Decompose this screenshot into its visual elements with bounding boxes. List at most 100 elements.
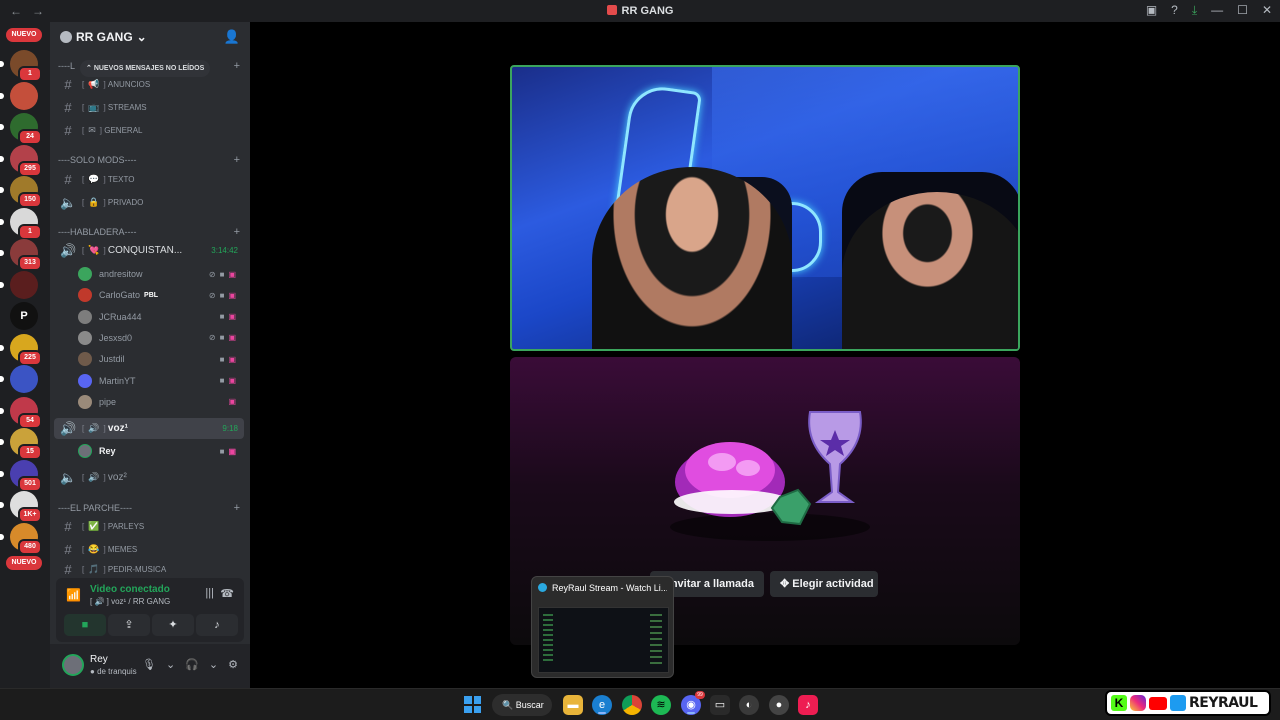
server-icon[interactable]: 295 <box>0 144 42 177</box>
choose-activity-button[interactable]: ✥ Elegir actividad <box>770 571 878 597</box>
server-icon[interactable]: 24 <box>0 113 42 145</box>
download-icon[interactable]: ⤓ <box>1192 3 1197 18</box>
channel-label: voz² <box>107 472 127 483</box>
chevron-down-icon[interactable]: ⌄ <box>209 658 218 671</box>
server-icon[interactable]: 480 <box>0 522 42 555</box>
server-icon[interactable]: 1K+ <box>0 491 42 523</box>
channel-anuncios[interactable]: #[📢] ANUNCIOS <box>54 74 244 95</box>
screen-icon[interactable]: ▣ <box>1146 3 1157 18</box>
member-rey[interactable]: Rey ■ ▣ <box>78 441 244 461</box>
edge-icon[interactable]: e <box>592 695 612 715</box>
taskbar-search[interactable]: 🔍 Buscar <box>492 694 552 716</box>
signal-icon[interactable]: 📶 <box>66 588 81 602</box>
add-channel-icon[interactable]: + <box>234 154 240 166</box>
add-channel-icon[interactable]: + <box>234 60 240 72</box>
invite-people-icon[interactable]: 👤 <box>224 29 240 45</box>
voice-member[interactable]: Jesxsd0 ⊘ ■ ▣ <box>78 328 244 348</box>
terminal-icon[interactable]: ▭ <box>710 695 730 715</box>
maximize-icon[interactable]: ☐ <box>1237 3 1248 18</box>
server-icon[interactable] <box>0 270 38 299</box>
member-name: JCRua444 <box>99 311 142 322</box>
channel-voz1[interactable]: 🔊[🔊] voz¹ 9:18 <box>54 418 244 439</box>
user-name[interactable]: Rey <box>90 654 108 665</box>
app-icon[interactable]: ● <box>769 695 789 715</box>
server-icon[interactable]: 54 <box>0 396 42 429</box>
video-icon: ■ <box>219 333 225 343</box>
discord-icon[interactable]: ◉ 99 <box>681 691 705 715</box>
server-rail: NUEVO NUEVO 1 24 295 150 1 313 P 225 54 15 501 1K+ 4… <box>0 22 50 688</box>
muted-mic-icon: ⊘ <box>208 333 216 343</box>
minimize-icon[interactable]: — <box>1211 3 1223 18</box>
avatar <box>78 444 92 458</box>
speaker-emoji-icon: 🔊 <box>88 472 100 482</box>
server-icon[interactable] <box>0 81 38 110</box>
headphones-icon[interactable]: 🎧 <box>185 658 199 671</box>
chrome-icon[interactable] <box>622 695 642 715</box>
server-icon[interactable] <box>0 365 38 393</box>
microphone-icon[interactable]: 🎙 <box>142 658 156 671</box>
category-label: ----HABLADERA---- <box>58 227 137 237</box>
channel-privado[interactable]: 🔈[🔒] PRIVADO <box>54 192 244 213</box>
server-icon[interactable]: 501 <box>0 459 42 492</box>
avatar[interactable] <box>62 654 84 676</box>
add-channel-icon[interactable]: + <box>234 502 240 514</box>
disconnect-icon[interactable]: ☎ <box>220 587 234 600</box>
add-channel-icon[interactable]: + <box>234 226 240 238</box>
channel-texto[interactable]: #[💬] TEXTO <box>54 169 244 190</box>
server-name[interactable]: RR GANG ⌄ <box>60 30 147 44</box>
server-icon[interactable]: 313 <box>0 239 42 271</box>
windows-start-icon[interactable] <box>464 696 481 713</box>
chevron-down-icon: ⌄ <box>136 30 147 44</box>
channel-streams[interactable]: #[📺] STREAMS <box>54 97 244 118</box>
server-icon[interactable]: 225 <box>0 333 42 366</box>
user-status[interactable]: ● de tranquis <box>90 667 137 676</box>
channel-general[interactable]: #[✉] GENERAL <box>54 120 244 141</box>
youtube-logo-icon <box>1149 696 1167 710</box>
channel-parleys[interactable]: #[✅] PARLEYS <box>54 516 244 537</box>
streamer-social-overlay: K REYRAUL <box>1105 690 1271 716</box>
file-explorer-icon[interactable]: ▬ <box>563 695 583 715</box>
voice-member[interactable]: MartinYT ■ ▣ <box>78 371 244 391</box>
channel-conquistan[interactable]: 🔊[💘] CONQUISTAN... 3:14:42 <box>54 240 244 261</box>
gear-icon[interactable]: ⚙ <box>228 658 238 671</box>
new-pill[interactable]: NUEVO <box>6 28 42 42</box>
video-tile[interactable] <box>510 65 1020 351</box>
obs-icon[interactable]: ◐ <box>739 695 759 715</box>
category-el-parche[interactable]: ----EL PARCHE---- + <box>58 501 242 515</box>
server-icon[interactable]: 15 <box>0 428 42 460</box>
server-icon[interactable]: 150 <box>0 176 42 208</box>
voice-member[interactable]: Justdil ■ ▣ <box>78 349 244 369</box>
server-icon[interactable]: 1 <box>0 207 42 240</box>
forward-icon[interactable]: → <box>32 4 44 18</box>
close-icon[interactable]: ✕ <box>1262 3 1272 18</box>
spotify-icon[interactable]: ≋ <box>651 695 671 715</box>
video-icon: ■ <box>219 376 225 385</box>
voice-member[interactable]: pipe ▣ <box>78 392 244 412</box>
channel-pedir-musica[interactable]: #[🎵] PEDIR-MUSICA <box>54 562 244 576</box>
preview-thumbnail[interactable] <box>538 607 669 673</box>
server-icon[interactable]: P <box>10 302 38 330</box>
channel-memes[interactable]: #[😂] MEMES <box>54 539 244 560</box>
share-screen-button[interactable]: ⇪ <box>108 614 150 636</box>
activities-button[interactable]: ✦ <box>152 614 194 636</box>
help-icon[interactable]: ? <box>1171 3 1178 18</box>
server-icon[interactable]: 1 <box>0 50 42 82</box>
category-solo-mods[interactable]: ----SOLO MODS---- + <box>58 153 242 167</box>
tiktok-icon[interactable]: ♪ <box>798 695 818 715</box>
voice-member[interactable]: andresitow ⊘ ■ ▣ <box>78 264 244 284</box>
camera-button[interactable]: ■ <box>64 614 106 636</box>
voice-member[interactable]: JCRua444 ■ ▣ <box>78 307 244 327</box>
noise-suppression-icon[interactable]: ||| <box>205 587 214 599</box>
voice-status[interactable]: Video conectado <box>90 584 170 595</box>
channel-voz2[interactable]: 🔈[🔊] voz² <box>54 467 244 488</box>
server-header[interactable]: RR GANG ⌄ 👤 <box>50 22 250 52</box>
chevron-down-icon[interactable]: ⌄ <box>166 658 175 671</box>
category-habladera[interactable]: ----HABLADERA---- + <box>58 225 242 239</box>
back-icon[interactable]: ← <box>10 4 22 18</box>
avatar <box>78 394 92 409</box>
taskbar-window-preview[interactable]: ReyRaul Stream - Watch Li... <box>531 576 674 678</box>
voice-location[interactable]: [ 🔊 ] voz¹ / RR GANG <box>90 597 170 606</box>
soundboard-button[interactable]: ♪ <box>196 614 238 636</box>
voice-member[interactable]: CarloGato PBL ⊘ ■ ▣ <box>78 285 244 305</box>
new-pill-bottom[interactable]: NUEVO <box>6 556 42 570</box>
